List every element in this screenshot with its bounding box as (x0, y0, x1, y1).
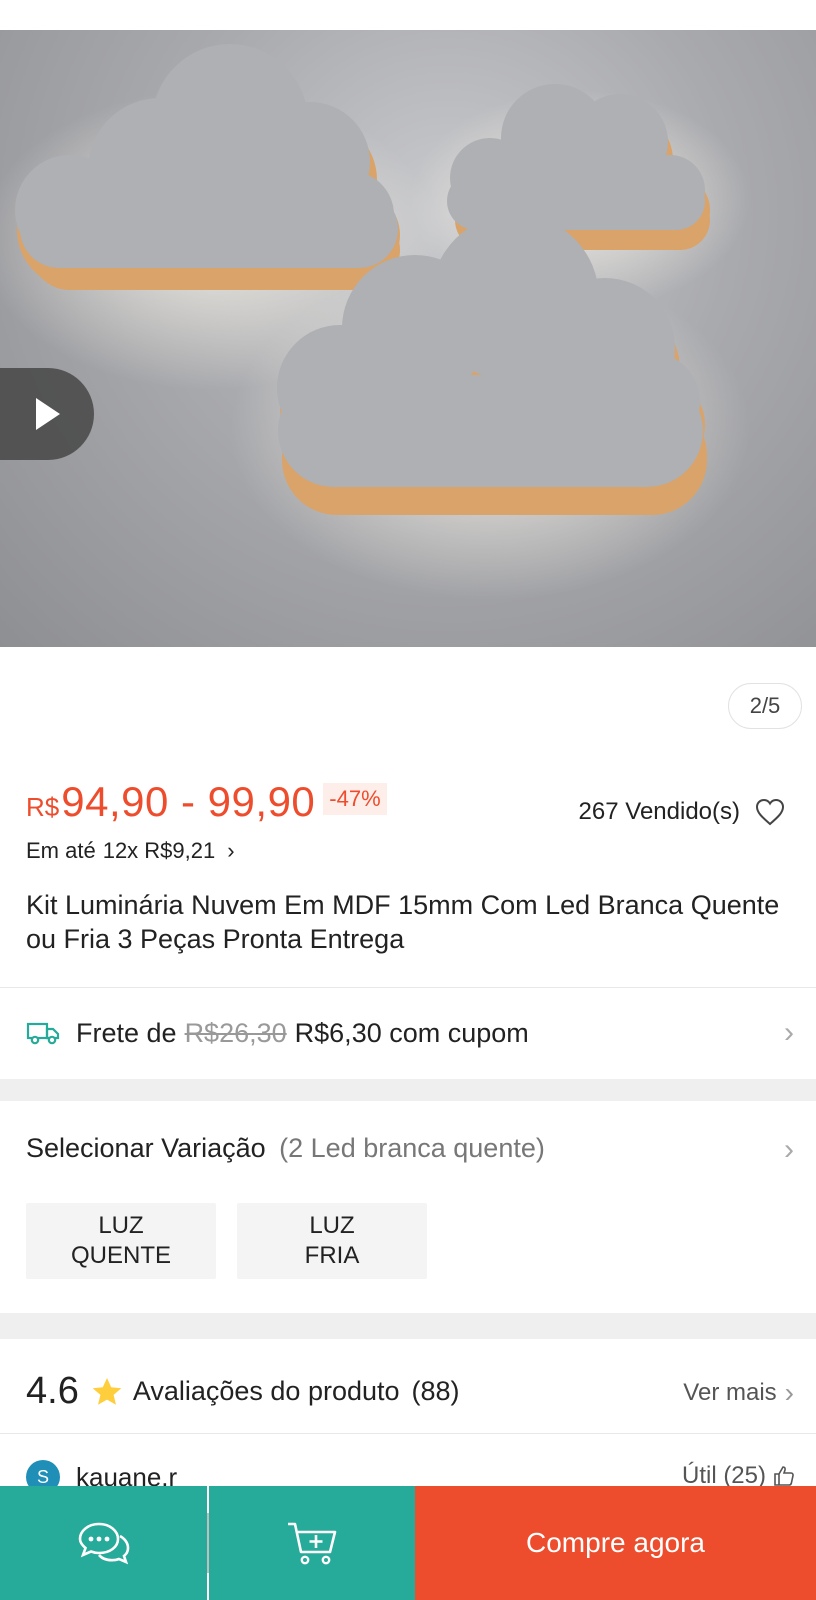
product-title: Kit Luminária Nuvem Em MDF 15mm Com Led … (26, 890, 780, 954)
shipping-row[interactable]: Frete de R$26,30 R$6,30 com cupom › (0, 987, 816, 1079)
shipping-new-price: R$6,30 com cupom (294, 1017, 529, 1048)
installment-info[interactable]: Em até 12x R$9,21 › (26, 838, 235, 864)
bottom-action-bar: Compre agora (0, 1486, 816, 1600)
option-label-line: QUENTE (70, 1242, 171, 1269)
chevron-right-icon: › (784, 1016, 794, 1049)
see-more-label: Ver mais (683, 1379, 777, 1406)
chat-button[interactable] (0, 1486, 207, 1600)
product-image-gallery[interactable] (0, 30, 816, 647)
play-icon (36, 398, 60, 430)
truck-icon (26, 1022, 60, 1045)
reviews-count: (88) (411, 1376, 460, 1406)
option-label-line: FRIA (304, 1242, 360, 1269)
see-more-reviews-link[interactable]: Ver mais › (683, 1377, 794, 1409)
discount-badge: -47% (323, 783, 387, 815)
add-to-cart-icon (288, 1522, 337, 1565)
chevron-right-icon: › (784, 1133, 794, 1166)
installment-value: 12x R$9,21 (102, 838, 216, 863)
variation-selected: (2 Led branca quente) (279, 1133, 545, 1163)
variation-label: Selecionar Variação (26, 1133, 266, 1163)
variation-option-luz-quente[interactable]: LUZ QUENTE (26, 1203, 216, 1279)
variation-option-luz-fria[interactable]: LUZ FRIA (237, 1203, 427, 1279)
shipping-old-price: R$26,30 (184, 1017, 287, 1048)
rating-score: 4.6 (26, 1370, 79, 1412)
reviews-title: Avaliações do produto (132, 1376, 400, 1406)
chevron-right-icon: › (227, 838, 235, 863)
select-variation-row[interactable]: Selecionar Variação (2 Led branca quente… (26, 1133, 545, 1164)
price-range: 94,90 - 99,90 (61, 778, 316, 825)
chevron-right-icon: › (784, 1377, 794, 1408)
heart-icon[interactable] (754, 797, 786, 827)
price-currency: R$ (26, 792, 60, 822)
star-icon (92, 1377, 122, 1405)
sold-count: 267 Vendido(s) (578, 798, 740, 825)
installment-prefix: Em até (26, 838, 96, 863)
option-label-line: LUZ (309, 1212, 355, 1239)
price-row: R$ 94,90 - 99,90 -47% (26, 778, 387, 826)
cloud-lamps-image (0, 44, 750, 600)
buy-now-button[interactable]: Compre agora (415, 1486, 816, 1600)
add-to-cart-button[interactable] (209, 1486, 415, 1600)
section-separator (0, 1313, 816, 1339)
thumbs-up-icon (774, 1466, 794, 1486)
gallery-page-indicator: 2/5 (728, 683, 802, 729)
option-label-line: LUZ (98, 1212, 144, 1239)
section-separator (0, 1079, 816, 1101)
product-rating-row: 4.6 Avaliações do produto (88) (26, 1370, 460, 1413)
shipping-prefix: Frete de (76, 1017, 177, 1048)
chat-icon (78, 1522, 129, 1565)
top-strip (0, 0, 816, 30)
play-video-button[interactable] (0, 368, 94, 460)
divider (0, 1433, 816, 1434)
